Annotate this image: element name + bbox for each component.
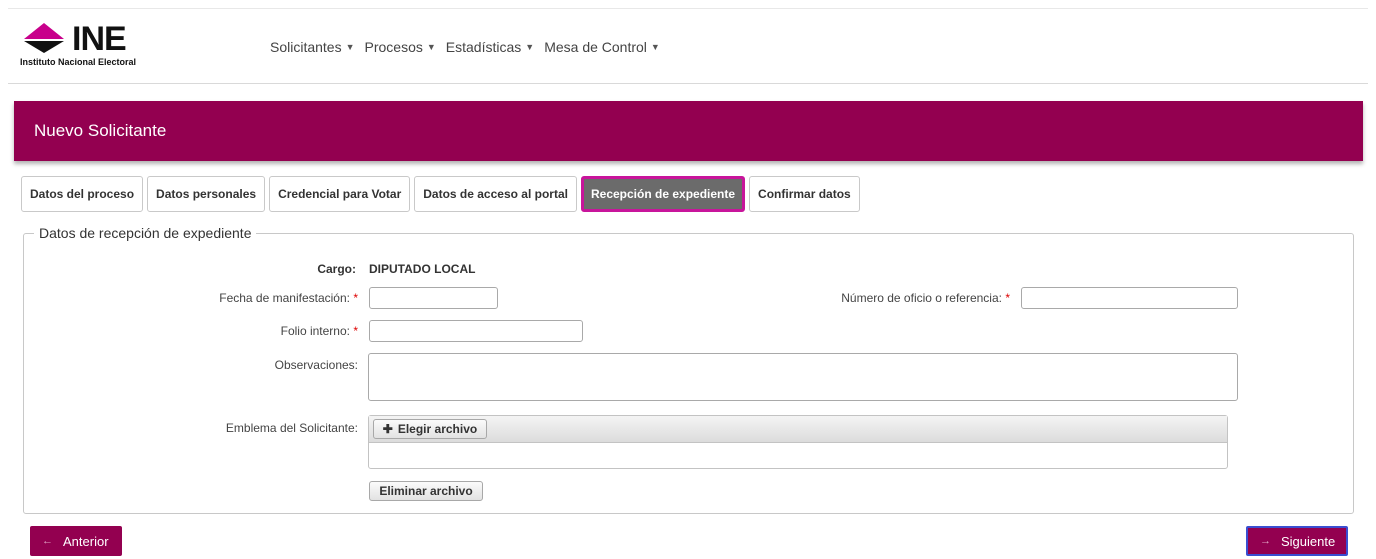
eliminar-archivo-button[interactable]: Eliminar archivo — [369, 481, 483, 501]
menu-solicitantes[interactable]: Solicitantes ▼ — [270, 39, 355, 55]
caret-down-icon: ▼ — [426, 42, 436, 52]
numero-oficio-input[interactable] — [1021, 287, 1238, 309]
caret-down-icon: ▼ — [345, 42, 355, 52]
top-navbar: INE Instituto Nacional Electoral Solicit… — [8, 8, 1368, 84]
fieldset-legend: Datos de recepción de expediente — [34, 225, 257, 241]
ine-logo-icon — [24, 23, 64, 53]
siguiente-button[interactable]: → Siguiente — [1246, 526, 1348, 556]
fecha-manifestacion-input[interactable] — [369, 287, 498, 309]
required-mark: * — [353, 324, 358, 338]
required-mark: * — [1005, 291, 1010, 305]
menu-estadisticas[interactable]: Estadísticas ▼ — [446, 39, 534, 55]
tab-datos-del-proceso[interactable]: Datos del proceso — [21, 176, 144, 212]
arrow-right-icon: → — [1260, 535, 1271, 547]
menu-procesos-label: Procesos — [364, 39, 423, 55]
file-upload-area[interactable] — [368, 415, 1228, 469]
numero-label: Número de oficio o referencia: * — [841, 291, 1010, 305]
caret-down-icon: ▼ — [650, 42, 660, 52]
emblema-label: Emblema del Solicitante: — [225, 421, 358, 435]
ine-logo[interactable]: INE Instituto Nacional Electoral — [20, 21, 170, 71]
elegir-archivo-label: Elegir archivo — [397, 422, 478, 436]
plus-icon: ✚ — [382, 422, 393, 436]
menu-procesos[interactable]: Procesos ▼ — [365, 39, 436, 55]
page-header: Nuevo Solicitante — [14, 101, 1363, 161]
menu-mesa-de-control-label: Mesa de Control — [544, 39, 647, 55]
caret-down-icon: ▼ — [525, 42, 535, 52]
menu-mesa-de-control[interactable]: Mesa de Control ▼ — [544, 39, 660, 55]
menu-solicitantes-label: Solicitantes — [270, 39, 342, 55]
tab-confirmar-datos[interactable]: Confirmar datos — [749, 176, 860, 212]
fecha-label-text: Fecha de manifestación: — [219, 291, 350, 305]
arrow-left-icon: ← — [42, 535, 53, 547]
logo-wordmark: INE — [72, 20, 127, 58]
tab-credencial-para-votar[interactable]: Credencial para Votar — [269, 176, 411, 212]
observaciones-label: Observaciones: — [274, 358, 358, 372]
siguiente-label: Siguiente — [1281, 533, 1336, 549]
required-mark: * — [353, 291, 358, 305]
tab-datos-de-acceso-al-portal[interactable]: Datos de acceso al portal — [414, 176, 577, 212]
main-menu: Solicitantes ▼ Procesos ▼ Estadísticas ▼… — [270, 39, 660, 55]
elegir-archivo-button[interactable]: ✚ Elegir archivo — [373, 419, 487, 439]
cargo-value: DIPUTADO LOCAL — [369, 262, 476, 276]
cargo-label: Cargo: — [317, 262, 356, 276]
file-upload-toolbar — [369, 416, 1227, 443]
fecha-label: Fecha de manifestación: * — [219, 291, 358, 305]
tab-recepcion-de-expediente[interactable]: Recepción de expediente — [580, 176, 746, 212]
page-title: Nuevo Solicitante — [34, 121, 167, 140]
folio-interno-input[interactable] — [369, 320, 583, 342]
numero-label-text: Número de oficio o referencia: — [841, 291, 1002, 305]
folio-label-text: Folio interno: — [280, 324, 350, 338]
tab-datos-personales[interactable]: Datos personales — [147, 176, 266, 212]
menu-estadisticas-label: Estadísticas — [445, 39, 522, 55]
anterior-button[interactable]: ← Anterior — [30, 526, 122, 556]
wizard-tabs: Datos del proceso Datos personales Crede… — [21, 176, 860, 212]
folio-label: Folio interno: * — [281, 324, 358, 338]
logo-subtitle: Instituto Nacional Electoral — [20, 57, 137, 67]
anterior-label: Anterior — [63, 533, 109, 549]
observaciones-textarea[interactable] — [368, 353, 1238, 401]
